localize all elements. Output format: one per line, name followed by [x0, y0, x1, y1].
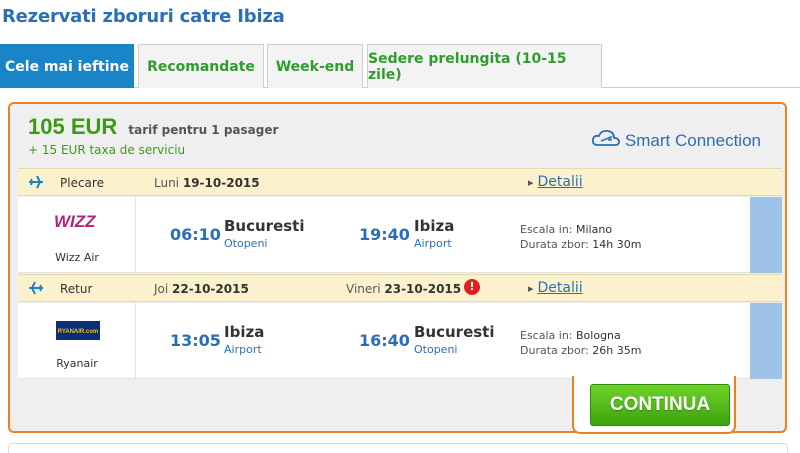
smart-connection-label: Smart Connection: [624, 130, 761, 150]
departure-city: Bucuresti: [224, 217, 305, 235]
arrival-time: 19:40: [359, 225, 410, 244]
segment-direction: Retur: [60, 282, 93, 296]
stopover-info: Escala in: Bologna: [520, 329, 621, 342]
wizz-air-logo: WIZZ: [52, 211, 102, 235]
arrival-city: Bucuresti: [414, 323, 495, 341]
departure-time: 06:10: [170, 225, 221, 244]
details-link[interactable]: Detalii: [528, 280, 583, 296]
airline-cell: WIZZ Wizz Air: [18, 197, 136, 273]
arrival-date: Vineri 23-10-2015: [346, 282, 462, 296]
svg-text:RYANAIR.com: RYANAIR.com: [58, 329, 99, 335]
departure-time: 13:05: [170, 331, 221, 350]
tab-week-end[interactable]: Week-end: [267, 44, 363, 88]
ryanair-logo: RYANAIR.com: [56, 321, 102, 345]
flight-duration: Durata zbor: 26h 35m: [520, 344, 642, 357]
tab-recomandate[interactable]: Recomandate: [138, 44, 264, 88]
airline-cell: RYANAIR.com Ryanair: [18, 303, 136, 379]
tab-cele-mai-ieftine[interactable]: Cele mai ieftine: [0, 44, 134, 88]
arrival-airport: Otopeni: [414, 343, 458, 356]
departure-date: Luni 19-10-2015: [154, 176, 260, 190]
arrival-airport: Airport: [414, 237, 452, 250]
arrival-time: 16:40: [359, 331, 410, 350]
flight-duration: Durata zbor: 14h 30m: [520, 238, 642, 251]
continue-button[interactable]: CONTINUA: [590, 384, 730, 426]
service-fee: + 15 EUR taxa de serviciu: [28, 143, 186, 157]
departure-date: Joi 22-10-2015: [154, 282, 249, 296]
warning-icon[interactable]: !: [464, 279, 480, 295]
svg-text:WIZZ: WIZZ: [54, 212, 96, 231]
select-flight-bar[interactable]: [750, 197, 782, 273]
departure-city: Ibiza: [224, 323, 265, 341]
arrival-city: Ibiza: [414, 217, 455, 235]
plane-departure-icon: [28, 175, 44, 192]
select-flight-bar[interactable]: [750, 303, 782, 379]
tab-bar: Cele mai ieftine Recomandate Week-end Se…: [0, 44, 800, 88]
details-link[interactable]: Detalii: [528, 174, 583, 190]
segment-body-plecare: WIZZ Wizz Air 06:10 Bucuresti Otopeni 19…: [18, 197, 782, 273]
smart-connection-badge: Smart Connection: [591, 128, 761, 153]
next-offer-card-edge: [8, 443, 788, 453]
segment-header-retur: Retur Joi 22-10-2015 Vineri 23-10-2015 !…: [18, 274, 782, 302]
airline-name: Wizz Air: [55, 251, 99, 264]
cloud-plane-icon: [591, 128, 625, 153]
segment-direction: Plecare: [60, 176, 104, 190]
departure-airport: Otopeni: [224, 237, 268, 250]
segment-body-retur: RYANAIR.com Ryanair 13:05 Ibiza Airport …: [18, 303, 782, 379]
price-row: 105 EUR tarif pentru 1 pasager: [28, 114, 278, 140]
page-title: Rezervati zboruri catre Ibiza: [2, 6, 285, 27]
airline-name: Ryanair: [56, 357, 98, 370]
departure-airport: Airport: [224, 343, 262, 356]
price: 105 EUR: [28, 114, 118, 139]
segment-header-plecare: Plecare Luni 19-10-2015 Detalii: [18, 168, 782, 196]
stopover-info: Escala in: Milano: [520, 223, 613, 236]
tab-sedere-prelungita[interactable]: Sedere prelungita (10-15 zile): [367, 44, 602, 88]
price-note: tarif pentru 1 pasager: [128, 123, 279, 137]
plane-return-icon: [28, 281, 44, 298]
